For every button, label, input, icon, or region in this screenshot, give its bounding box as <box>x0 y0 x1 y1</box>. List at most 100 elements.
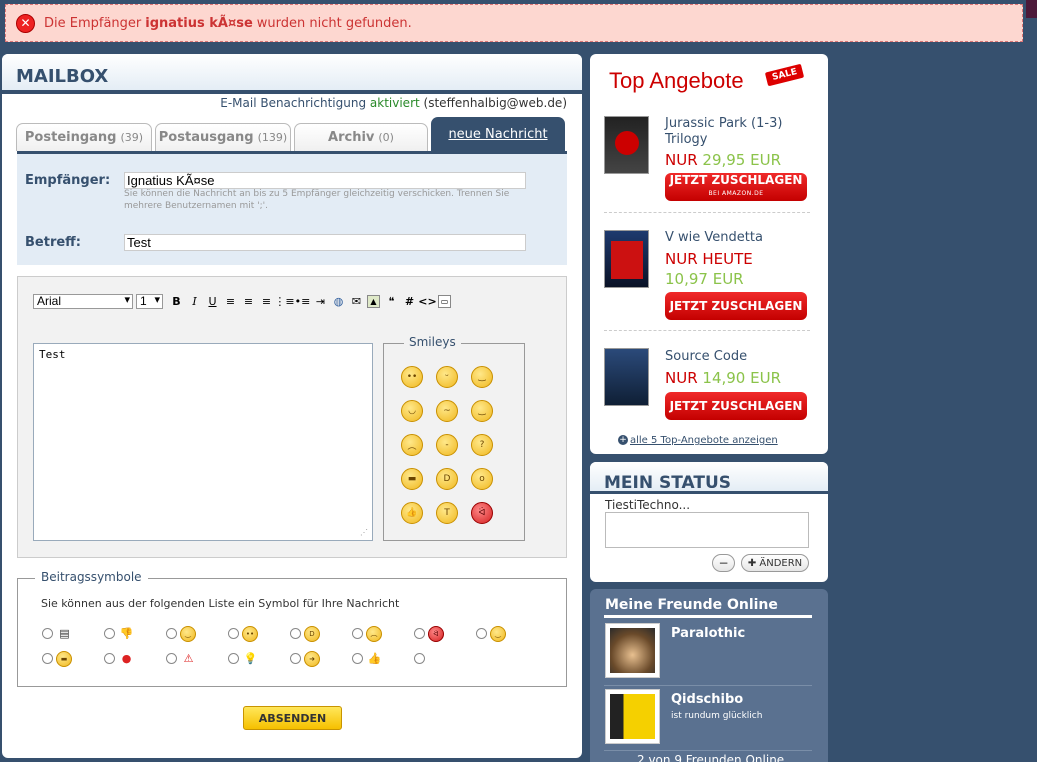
symbol-option[interactable]: 👍 <box>352 650 414 667</box>
font-family-select[interactable]: Arial <box>33 294 133 309</box>
tab-inbox[interactable]: Posteingang (39) <box>16 123 152 151</box>
symbol-radio[interactable] <box>352 653 363 664</box>
offer-buy-sublabel: BEI AMAZON.DE <box>708 190 764 197</box>
symbol-option[interactable]: 💡 <box>228 650 290 667</box>
align-center-icon[interactable]: ≡ <box>240 293 257 310</box>
offer-cover-image[interactable] <box>604 348 649 406</box>
friends-online-count[interactable]: 2 von 9 Freunden Online <box>637 753 784 762</box>
symbol-option[interactable]: ᐛ <box>414 625 476 642</box>
status-change-button[interactable]: ✚ ÄNDERN <box>741 554 809 572</box>
symbol-radio[interactable] <box>414 653 425 664</box>
symbol-radio[interactable] <box>166 628 177 639</box>
smiley-confused-icon[interactable]: ~ <box>436 400 458 422</box>
symbol-option[interactable]: ︵ <box>352 625 414 642</box>
smiley-unsure-icon[interactable]: - <box>436 434 458 456</box>
smiley-laugh-icon[interactable]: D <box>436 468 458 490</box>
smileys-title: Smileys <box>404 335 461 349</box>
all-offers-link[interactable]: alle 5 Top-Angebote anzeigen <box>630 435 778 446</box>
symbol-option[interactable]: ➜ <box>290 650 352 667</box>
italic-icon[interactable]: I <box>186 293 203 310</box>
offer-divider <box>604 330 810 331</box>
smiley-smile-icon[interactable]: ‿ <box>471 400 493 422</box>
indent-icon[interactable]: ⇥ <box>312 293 329 310</box>
smiley-grin-icon: D <box>304 625 320 642</box>
offer-title[interactable]: Jurassic Park (1-3) Trilogy <box>665 116 815 148</box>
hash-icon[interactable]: # <box>401 293 418 310</box>
smiley-wink-icon[interactable]: ‿ <box>471 366 493 388</box>
symbol-option[interactable]: D <box>290 625 352 642</box>
symbol-option[interactable]: ▤ <box>42 625 104 642</box>
symbol-radio[interactable] <box>476 628 487 639</box>
symbol-option[interactable]: ● <box>104 650 166 667</box>
tab-new-message[interactable]: neue Nachricht <box>431 117 565 151</box>
symbol-option[interactable]: ‿ <box>476 625 538 642</box>
offer-item: Source Code NUR 14,90 EUR JETZT ZUSCHLAG… <box>604 348 815 420</box>
symbol-radio[interactable] <box>290 628 301 639</box>
smiley-sad-icon: ︵ <box>366 625 382 642</box>
tab-archive[interactable]: Archiv (0) <box>294 123 428 151</box>
ordered-list-icon[interactable]: ⋮≡ <box>274 293 294 310</box>
smiley-neutral-icon[interactable]: •• <box>401 366 423 388</box>
offer-title[interactable]: Source Code <box>665 349 815 365</box>
smiley-devil-icon[interactable]: ᐛ <box>471 502 493 524</box>
quote-icon[interactable]: ❝ <box>383 293 400 310</box>
symbol-option[interactable]: •• <box>228 625 290 642</box>
symbol-radio[interactable] <box>42 653 53 664</box>
symbol-option[interactable]: ⚠ <box>166 650 228 667</box>
symbol-option[interactable]: ‿ <box>166 625 228 642</box>
offer-cover-image[interactable] <box>604 230 649 288</box>
submit-button[interactable]: ABSENDEN <box>243 706 342 730</box>
status-minus-button[interactable]: − <box>712 554 735 572</box>
symbol-radio[interactable] <box>42 628 53 639</box>
symbol-radio[interactable] <box>166 653 177 664</box>
symbol-radio[interactable] <box>290 653 301 664</box>
offer-cover-image[interactable] <box>604 116 649 174</box>
notify-state[interactable]: aktiviert <box>370 96 420 110</box>
symbol-option[interactable]: ▬ <box>42 650 104 667</box>
avatar[interactable] <box>605 689 660 744</box>
smiley-cool-icon[interactable]: ▬ <box>401 468 423 490</box>
offer-buy-button[interactable]: JETZT ZUSCHLAGEN <box>665 392 807 420</box>
offer-title[interactable]: V wie Vendetta <box>665 230 815 246</box>
offer-buy-button[interactable]: JETZT ZUSCHLAGEN <box>665 292 807 320</box>
tab-outbox[interactable]: Postausgang (139) <box>155 123 291 151</box>
image-icon[interactable]: ▲ <box>367 295 380 308</box>
underline-icon[interactable]: U <box>204 293 221 310</box>
symbol-option-none[interactable] <box>414 650 476 667</box>
php-icon[interactable]: ▭ <box>438 295 451 308</box>
symbol-option[interactable]: 👎 <box>104 625 166 642</box>
status-input[interactable] <box>605 512 809 548</box>
offer-buy-button[interactable]: JETZT ZUSCHLAGEN BEI AMAZON.DE <box>665 173 807 201</box>
smiley-grin-icon[interactable]: ◡ <box>401 400 423 422</box>
recipient-input[interactable]: Ignatius KÃ¤se <box>124 172 526 189</box>
symbol-radio[interactable] <box>228 628 239 639</box>
symbol-radio[interactable] <box>414 628 425 639</box>
email-link-icon[interactable]: ✉ <box>348 293 365 310</box>
symbol-radio[interactable] <box>228 653 239 664</box>
font-size-select[interactable]: 1 <box>136 294 163 309</box>
smiley-rolleyes-icon[interactable]: o <box>471 468 493 490</box>
smiley-thumbsup-icon[interactable]: 👍 <box>401 502 423 524</box>
smiley-tongue-icon[interactable]: ᵕ <box>436 366 458 388</box>
symbol-radio[interactable] <box>352 628 363 639</box>
friend-name[interactable]: Paralothic <box>671 626 745 641</box>
tab-outbox-count: (139) <box>257 131 288 144</box>
avatar[interactable] <box>605 623 660 678</box>
message-textarea[interactable]: Test ⋰ <box>33 343 373 541</box>
resize-handle-icon[interactable]: ⋰ <box>360 528 368 537</box>
subject-input[interactable]: Test <box>124 234 526 251</box>
symbol-radio[interactable] <box>104 628 115 639</box>
symbol-radio[interactable] <box>104 653 115 664</box>
code-icon[interactable]: <> <box>418 293 436 310</box>
smiley-sad-icon[interactable]: ︵ <box>401 434 423 456</box>
align-left-icon[interactable]: ≡ <box>222 293 239 310</box>
friend-name[interactable]: Qidschibo <box>671 692 743 707</box>
friend-divider <box>604 750 812 751</box>
link-globe-icon[interactable]: ◍ <box>330 293 347 310</box>
bold-icon[interactable]: B <box>168 293 185 310</box>
top-offers-panel: Top Angebote SALE Jurassic Park (1-3) Tr… <box>590 54 828 454</box>
align-right-icon[interactable]: ≡ <box>258 293 275 310</box>
unordered-list-icon[interactable]: •≡ <box>294 293 311 310</box>
smiley-thinking-icon[interactable]: ? <box>471 434 493 456</box>
smiley-cry-icon[interactable]: T <box>436 502 458 524</box>
